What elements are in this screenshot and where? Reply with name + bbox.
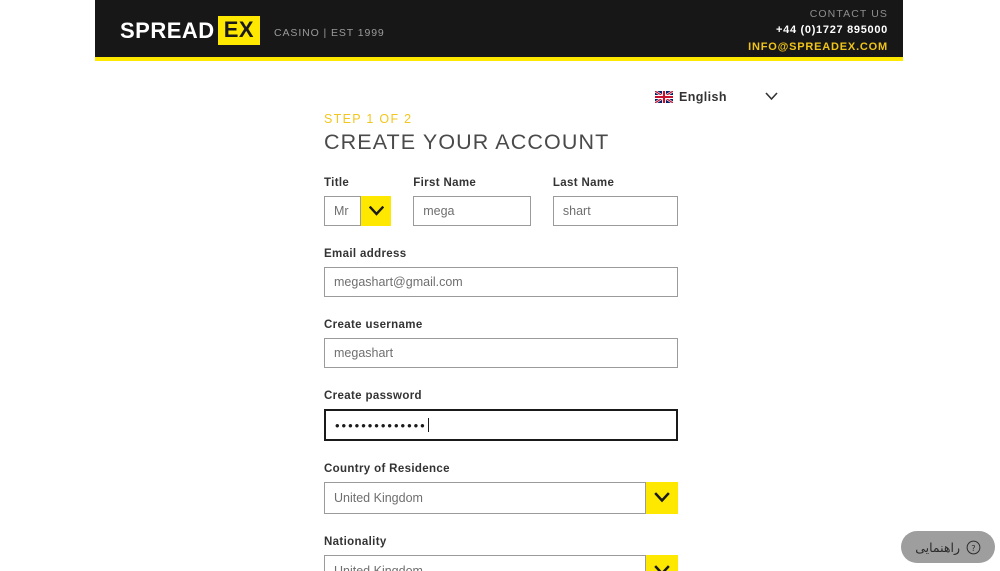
brand-primary-text: SPREAD [120,17,215,43]
field-email: Email address [324,248,678,297]
field-label-title: Title [324,177,350,189]
field-label-nationality: Nationality [324,536,387,548]
field-title: Title Mr [324,177,392,226]
field-last-name: Last Name [552,177,679,226]
field-label-password: Create password [324,390,422,402]
field-label-last-name: Last Name [552,177,615,189]
text-cursor [427,418,429,432]
last-name-input[interactable] [552,196,679,226]
svg-text:?: ? [971,542,975,552]
contact-email[interactable]: INFO@SPREADEX.COM [748,39,888,56]
password-input[interactable]: •••••••••••••• [324,409,678,441]
step-indicator: STEP 1 OF 2 [324,112,413,126]
question-circle-icon: ? [966,540,981,555]
country-of-residence-value[interactable]: United Kingdom [324,482,646,514]
site-header: SPREAD EX CASINO | EST 1999 CONTACT US +… [95,0,903,57]
brand-tagline: CASINO | EST 1999 [274,26,385,39]
header-accent-bar [95,57,903,61]
brand-accent-text: EX [217,16,261,45]
help-widget-button[interactable]: ? راهنمایی [901,531,995,563]
field-nationality: Nationality United Kingdom [324,536,678,571]
title-select-dropdown-button[interactable] [361,196,392,226]
field-label-country-of-residence: Country of Residence [324,463,450,475]
contact-us-link[interactable]: CONTACT US [748,6,888,22]
field-password: Create password •••••••••••••• [324,390,678,441]
page-title: CREATE YOUR ACCOUNT [324,130,610,154]
field-username: Create username [324,319,678,368]
field-label-username: Create username [324,319,423,331]
username-input[interactable] [324,338,678,368]
password-masked-value: •••••••••••••• [335,417,427,433]
header-contact-block: CONTACT US +44 (0)1727 895000 INFO@SPREA… [748,6,888,56]
chevron-down-icon [765,88,778,106]
field-label-first-name: First Name [413,177,477,189]
country-of-residence-select[interactable]: United Kingdom [324,482,678,514]
title-select[interactable]: Mr [324,196,392,226]
nationality-value[interactable]: United Kingdom [324,555,646,571]
field-label-email: Email address [324,248,407,260]
field-first-name: First Name [413,177,531,226]
country-of-residence-dropdown-button[interactable] [646,482,678,514]
nationality-select[interactable]: United Kingdom [324,555,678,571]
nationality-dropdown-button[interactable] [646,555,678,571]
registration-form: STEP 1 OF 2 CREATE YOUR ACCOUNT Title Mr [324,112,679,571]
first-name-input[interactable] [413,196,531,226]
language-label: English [679,90,727,104]
field-country-of-residence: Country of Residence United Kingdom [324,463,678,514]
help-widget-label: راهنمایی [915,539,960,555]
contact-phone[interactable]: +44 (0)1727 895000 [748,22,888,39]
title-select-value[interactable]: Mr [324,196,362,226]
language-selector[interactable]: English [655,88,778,106]
chevron-down-icon [368,204,384,219]
uk-flag-icon [655,91,673,103]
email-input[interactable] [324,267,678,297]
chevron-down-icon [654,491,670,506]
name-fields-row: Title Mr First Name La [324,177,679,226]
page-root: SPREAD EX CASINO | EST 1999 CONTACT US +… [0,0,1000,571]
brand-logo[interactable]: SPREAD EX CASINO | EST 1999 [120,16,385,45]
chevron-down-icon [654,564,670,571]
